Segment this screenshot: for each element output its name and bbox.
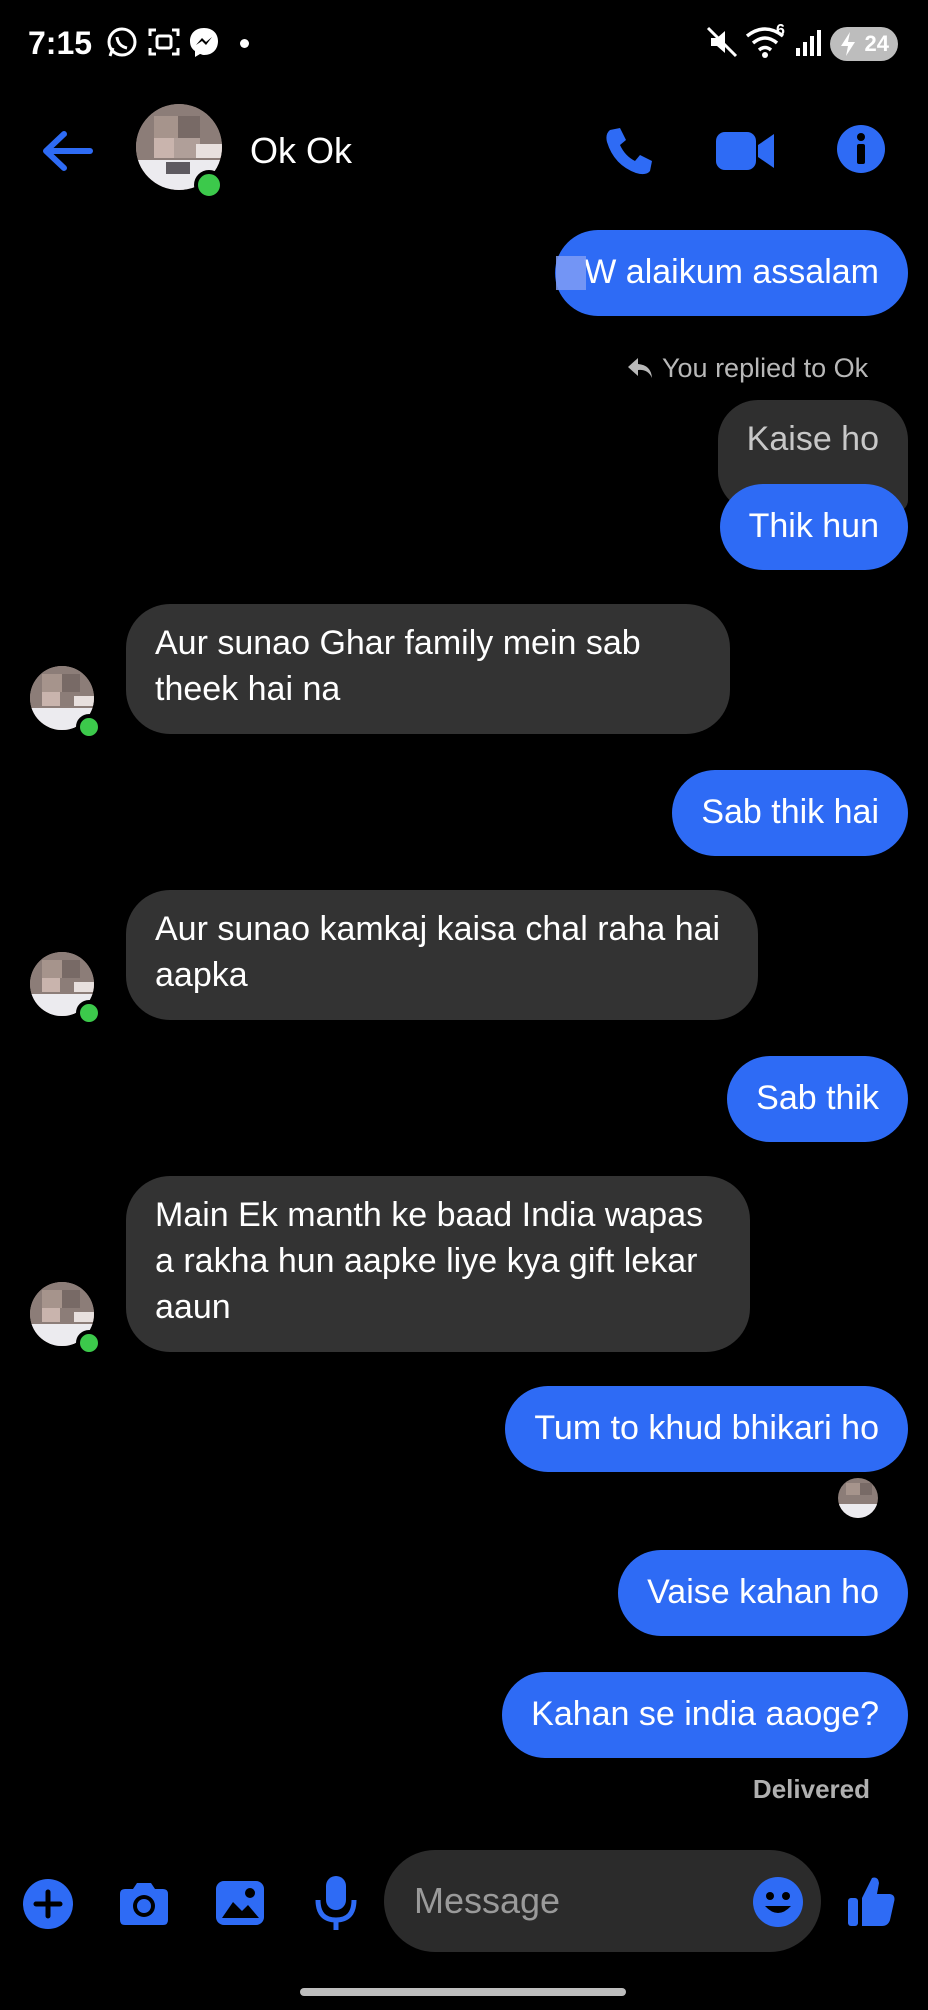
message-text: Tum to khud bhikari ho — [534, 1409, 879, 1447]
notification-dot — [240, 39, 249, 48]
plus-icon[interactable] — [22, 1878, 74, 1930]
signal-icon — [796, 30, 821, 56]
outgoing-message[interactable]: W alaikum assalam — [555, 230, 908, 316]
messenger-icon — [190, 28, 218, 57]
incoming-message[interactable]: Main Ek manth ke baad India wapas a rakh… — [126, 1176, 750, 1352]
phone-icon[interactable] — [602, 124, 656, 178]
seen-avatar — [838, 1478, 878, 1518]
message-text: W alaikum assalam — [584, 253, 879, 291]
incoming-message[interactable]: Aur sunao kamkaj kaisa chal raha hai aap… — [126, 890, 758, 1020]
battery-indicator: 24 — [830, 27, 898, 61]
message-text: Vaise kahan ho — [647, 1573, 879, 1611]
message-text: Aur sunao kamkaj kaisa chal raha hai aap… — [155, 910, 721, 994]
whatsapp-icon — [107, 27, 137, 57]
arrow-left-icon[interactable] — [40, 128, 94, 174]
microphone-icon[interactable] — [314, 1874, 358, 1932]
contact-name[interactable]: Ok Ok — [250, 126, 352, 176]
thumbs-up-icon[interactable] — [846, 1874, 896, 1928]
quoted-text: Kaise ho — [746, 420, 879, 458]
message-placeholder: Message — [414, 1880, 561, 1921]
online-indicator — [76, 1000, 102, 1026]
video-camera-icon[interactable] — [714, 128, 776, 174]
screen-record-icon — [148, 28, 180, 56]
delivery-status: Delivered — [752, 1774, 870, 1804]
battery-level: 24 — [864, 31, 889, 56]
message-text: Sab thik hai — [701, 793, 879, 831]
home-indicator[interactable] — [300, 1988, 626, 1996]
status-time: 7:15 — [28, 25, 93, 61]
wifi-badge: 6 — [776, 22, 785, 39]
message-text: Kahan se india aaoge? — [531, 1695, 879, 1733]
outgoing-message[interactable]: Sab thik hai — [672, 770, 908, 856]
incoming-message[interactable]: Aur sunao Ghar family mein sab theek hai… — [126, 604, 730, 734]
camera-icon[interactable] — [116, 1880, 172, 1928]
message-text: Thik hun — [748, 507, 879, 545]
outgoing-message[interactable]: Kahan se india aaoge? — [502, 1672, 908, 1758]
info-icon[interactable] — [836, 124, 886, 174]
message-text: Sab thik — [756, 1079, 879, 1117]
outgoing-message[interactable]: Vaise kahan ho — [618, 1550, 908, 1636]
message-text: Aur sunao Ghar family mein sab theek hai… — [155, 624, 641, 708]
emoji-icon[interactable] — [752, 1876, 804, 1928]
charging-icon — [841, 32, 855, 56]
online-indicator — [76, 1330, 102, 1356]
online-indicator — [76, 714, 102, 740]
avatar-image — [838, 1478, 878, 1518]
outgoing-message[interactable]: Sab thik — [727, 1056, 908, 1142]
mute-icon — [706, 26, 738, 58]
replied-note: You replied to Ok — [662, 353, 869, 383]
message-text: Main Ek manth ke baad India wapas a rakh… — [155, 1196, 704, 1326]
online-indicator — [194, 170, 224, 200]
outgoing-message[interactable]: Tum to khud bhikari ho — [505, 1386, 908, 1472]
outgoing-message[interactable]: Thik hun — [719, 484, 908, 570]
reply-icon — [628, 358, 652, 378]
pixelated-redaction — [556, 256, 586, 290]
image-icon[interactable] — [214, 1878, 266, 1928]
